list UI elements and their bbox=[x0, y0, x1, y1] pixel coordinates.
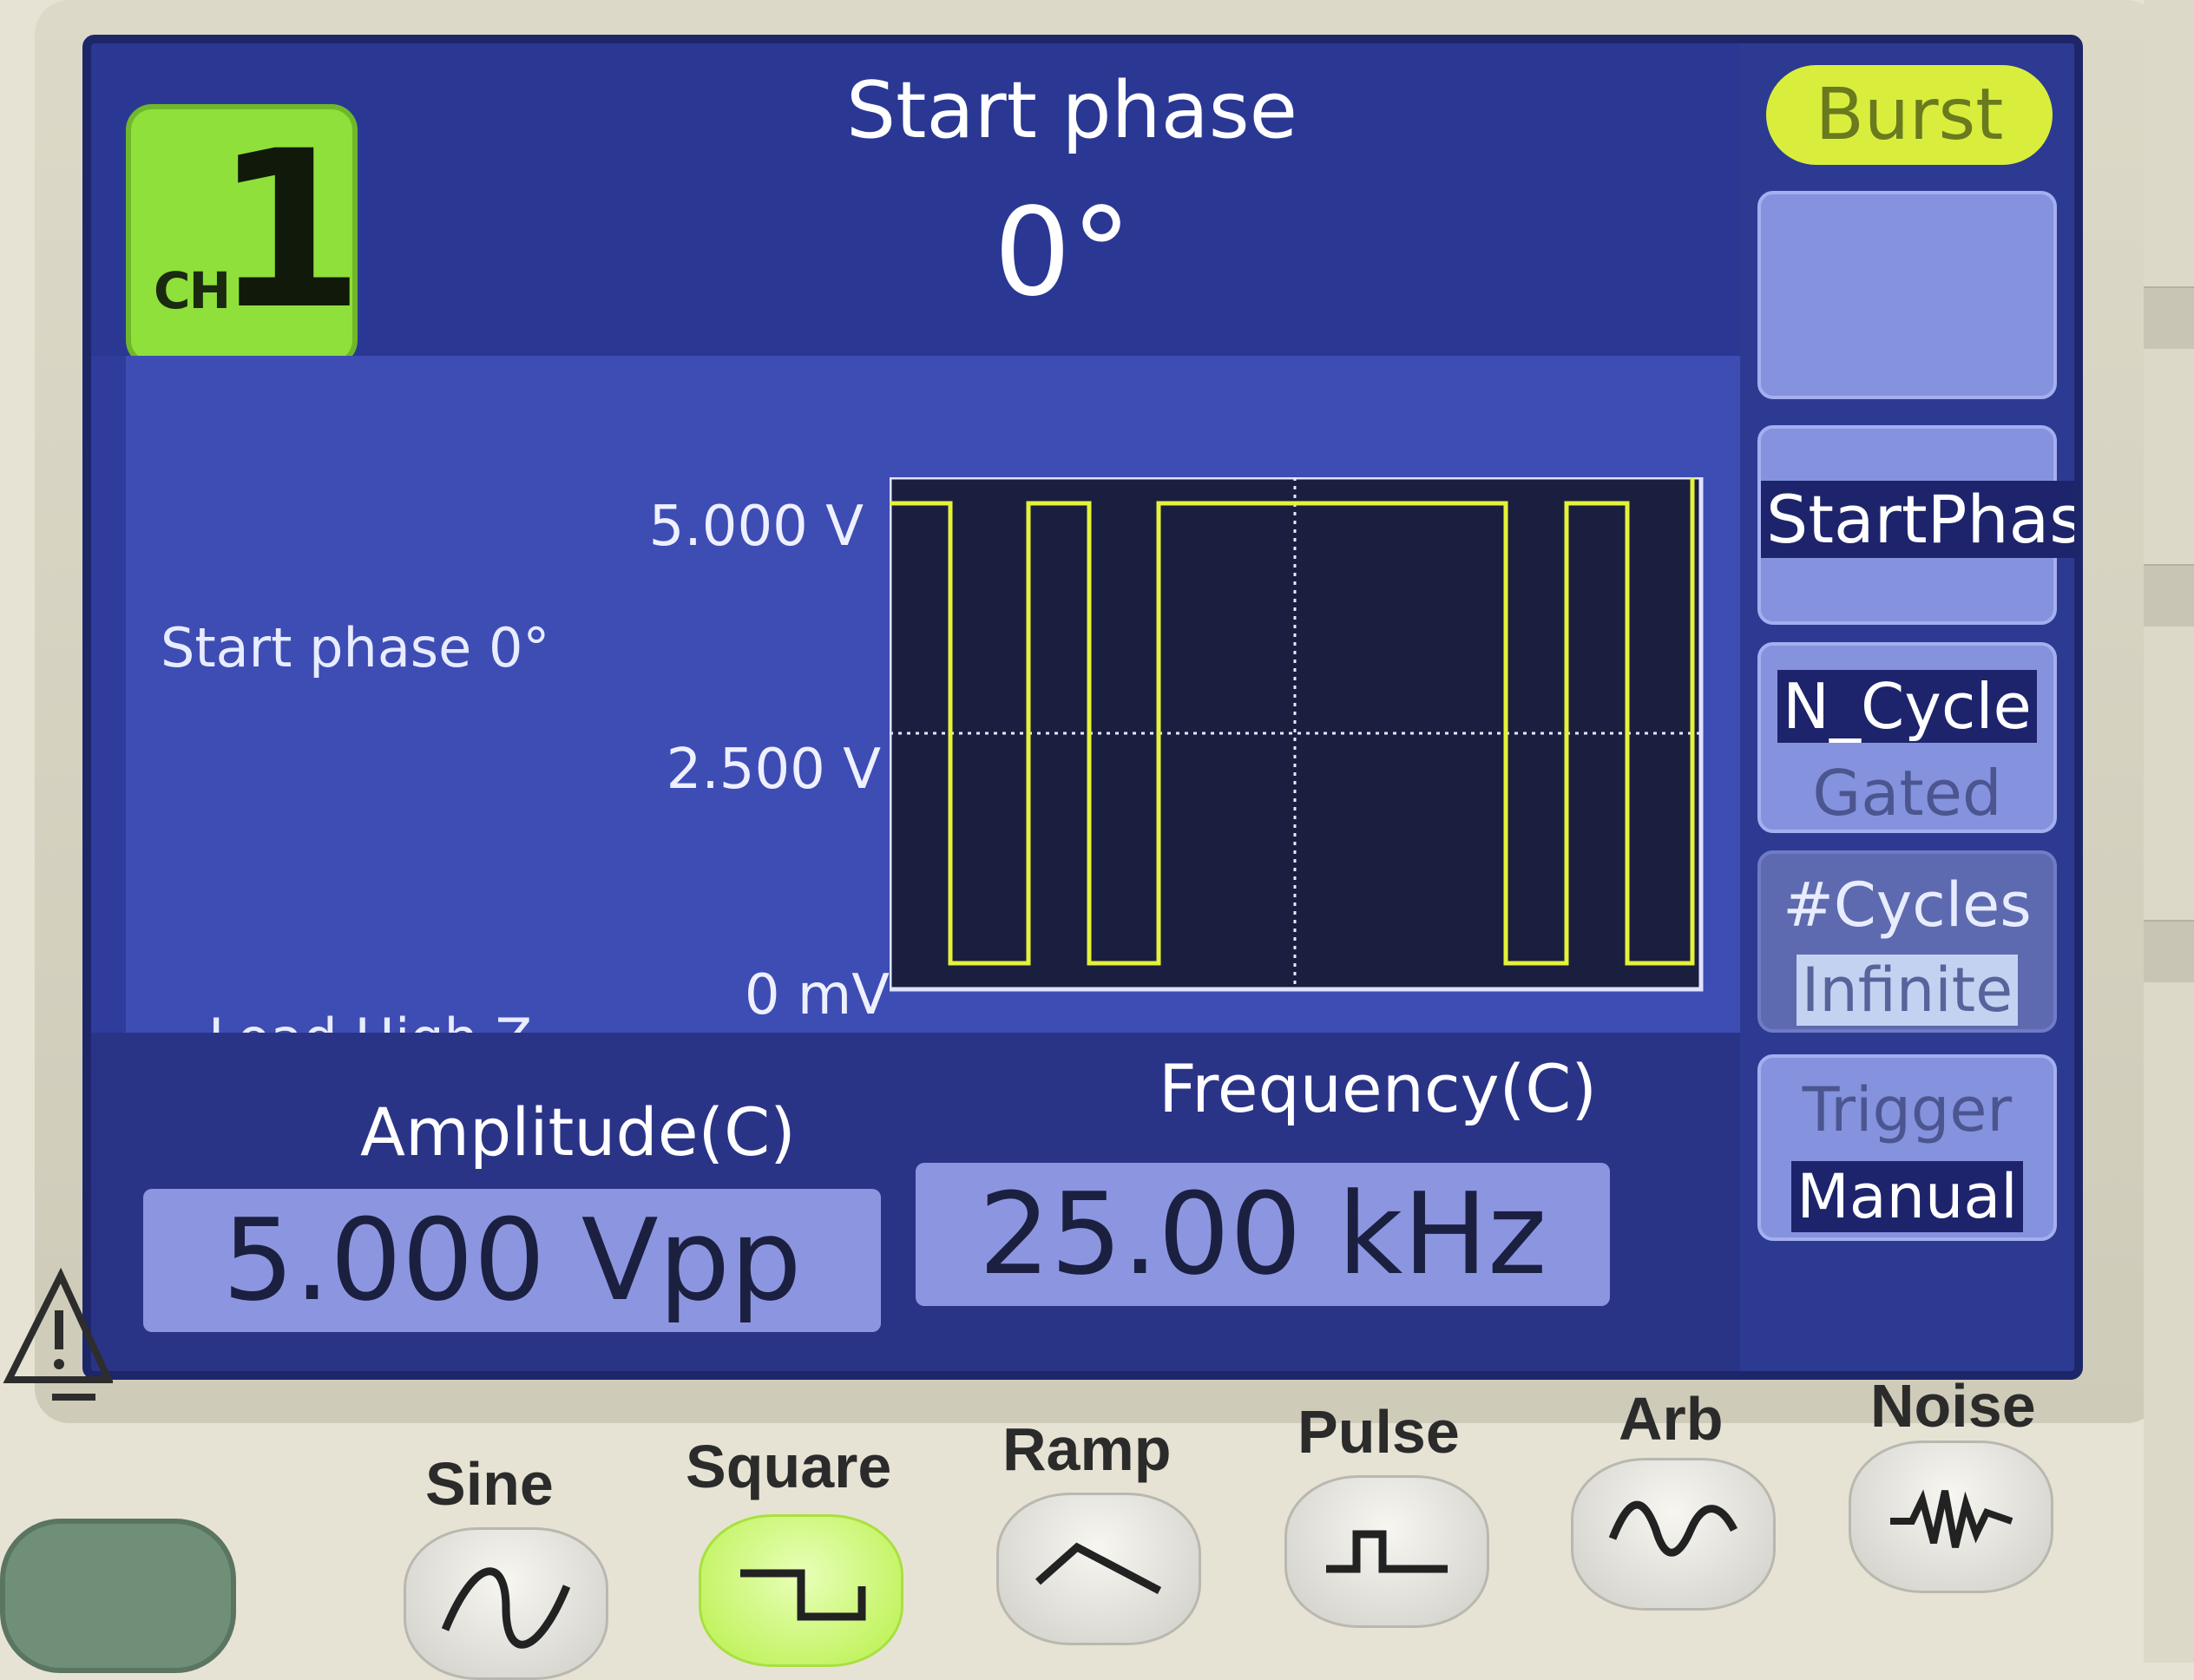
y-label-mid: 2.500 V bbox=[666, 738, 881, 802]
frequency-label: Frequency(C) bbox=[1159, 1050, 1597, 1127]
y-label-top: 5.000 V bbox=[648, 495, 864, 559]
channel-number: 1 bbox=[213, 104, 365, 357]
square-wave-icon bbox=[740, 1569, 866, 1621]
lcd-screen: CH 1 Start phase 0° Start phase 0° Load … bbox=[82, 35, 2083, 1380]
amplitude-field[interactable]: 5.000 Vpp bbox=[143, 1189, 881, 1332]
noise-wave-icon bbox=[1890, 1489, 2013, 1548]
channel-badge[interactable]: CH 1 bbox=[126, 104, 365, 366]
side-slot bbox=[2144, 564, 2194, 627]
side-slot bbox=[2144, 286, 2194, 349]
pulse-key-label: Pulse bbox=[1297, 1398, 1460, 1466]
pulse-button[interactable] bbox=[1284, 1475, 1489, 1628]
ramp-key-label: Ramp bbox=[1002, 1415, 1172, 1483]
output-button[interactable] bbox=[0, 1519, 236, 1673]
square-button[interactable] bbox=[699, 1514, 903, 1667]
side-panel bbox=[2144, 0, 2194, 1663]
parameter-value: 0° bbox=[994, 182, 1133, 324]
warning-icon bbox=[3, 1267, 113, 1401]
sine-key-label: Sine bbox=[425, 1450, 554, 1518]
frequency-field[interactable]: 25.00 kHz bbox=[916, 1163, 1610, 1306]
cycles-label: #Cycles bbox=[1783, 870, 2032, 941]
waveform-graph bbox=[890, 477, 1704, 992]
burst-mode-badge: Burst bbox=[1766, 65, 2053, 165]
softkey-startphase[interactable]: StartPhase bbox=[1757, 425, 2074, 625]
y-label-bottom: 0 mV bbox=[744, 963, 890, 1027]
arb-key-label: Arb bbox=[1619, 1385, 1724, 1453]
ramp-wave-icon bbox=[1035, 1542, 1162, 1594]
arb-button[interactable] bbox=[1571, 1458, 1776, 1611]
trigger-label: Trigger bbox=[1802, 1074, 2013, 1145]
square-key-label: Square bbox=[686, 1433, 892, 1500]
noise-button[interactable] bbox=[1849, 1440, 2053, 1593]
side-slot bbox=[2144, 920, 2194, 982]
softkey-burst-type[interactable]: N_Cycle Gated bbox=[1757, 642, 2057, 833]
ncycle-label: N_Cycle bbox=[1777, 670, 2037, 743]
noise-key-label: Noise bbox=[1870, 1372, 2036, 1440]
gated-label: Gated bbox=[1812, 757, 2002, 830]
arb-wave-icon bbox=[1608, 1500, 1738, 1557]
softkey-trigger[interactable]: Trigger Manual bbox=[1757, 1054, 2057, 1241]
amplitude-label: Amplitude(C) bbox=[360, 1093, 796, 1171]
softkey-blank[interactable] bbox=[1757, 191, 2057, 399]
startphase-label: StartPhase bbox=[1761, 481, 2074, 558]
softkey-cycles[interactable]: #Cycles Infinite bbox=[1757, 850, 2057, 1033]
start-phase-info: Start phase 0° bbox=[161, 616, 550, 679]
sine-button[interactable] bbox=[404, 1527, 608, 1680]
infinite-label: Infinite bbox=[1796, 955, 2019, 1026]
manual-label: Manual bbox=[1791, 1161, 2023, 1232]
pulse-wave-icon bbox=[1326, 1530, 1448, 1573]
ramp-button[interactable] bbox=[996, 1493, 1201, 1645]
parameter-title: Start phase bbox=[846, 65, 1298, 156]
sine-wave-icon bbox=[441, 1567, 571, 1649]
